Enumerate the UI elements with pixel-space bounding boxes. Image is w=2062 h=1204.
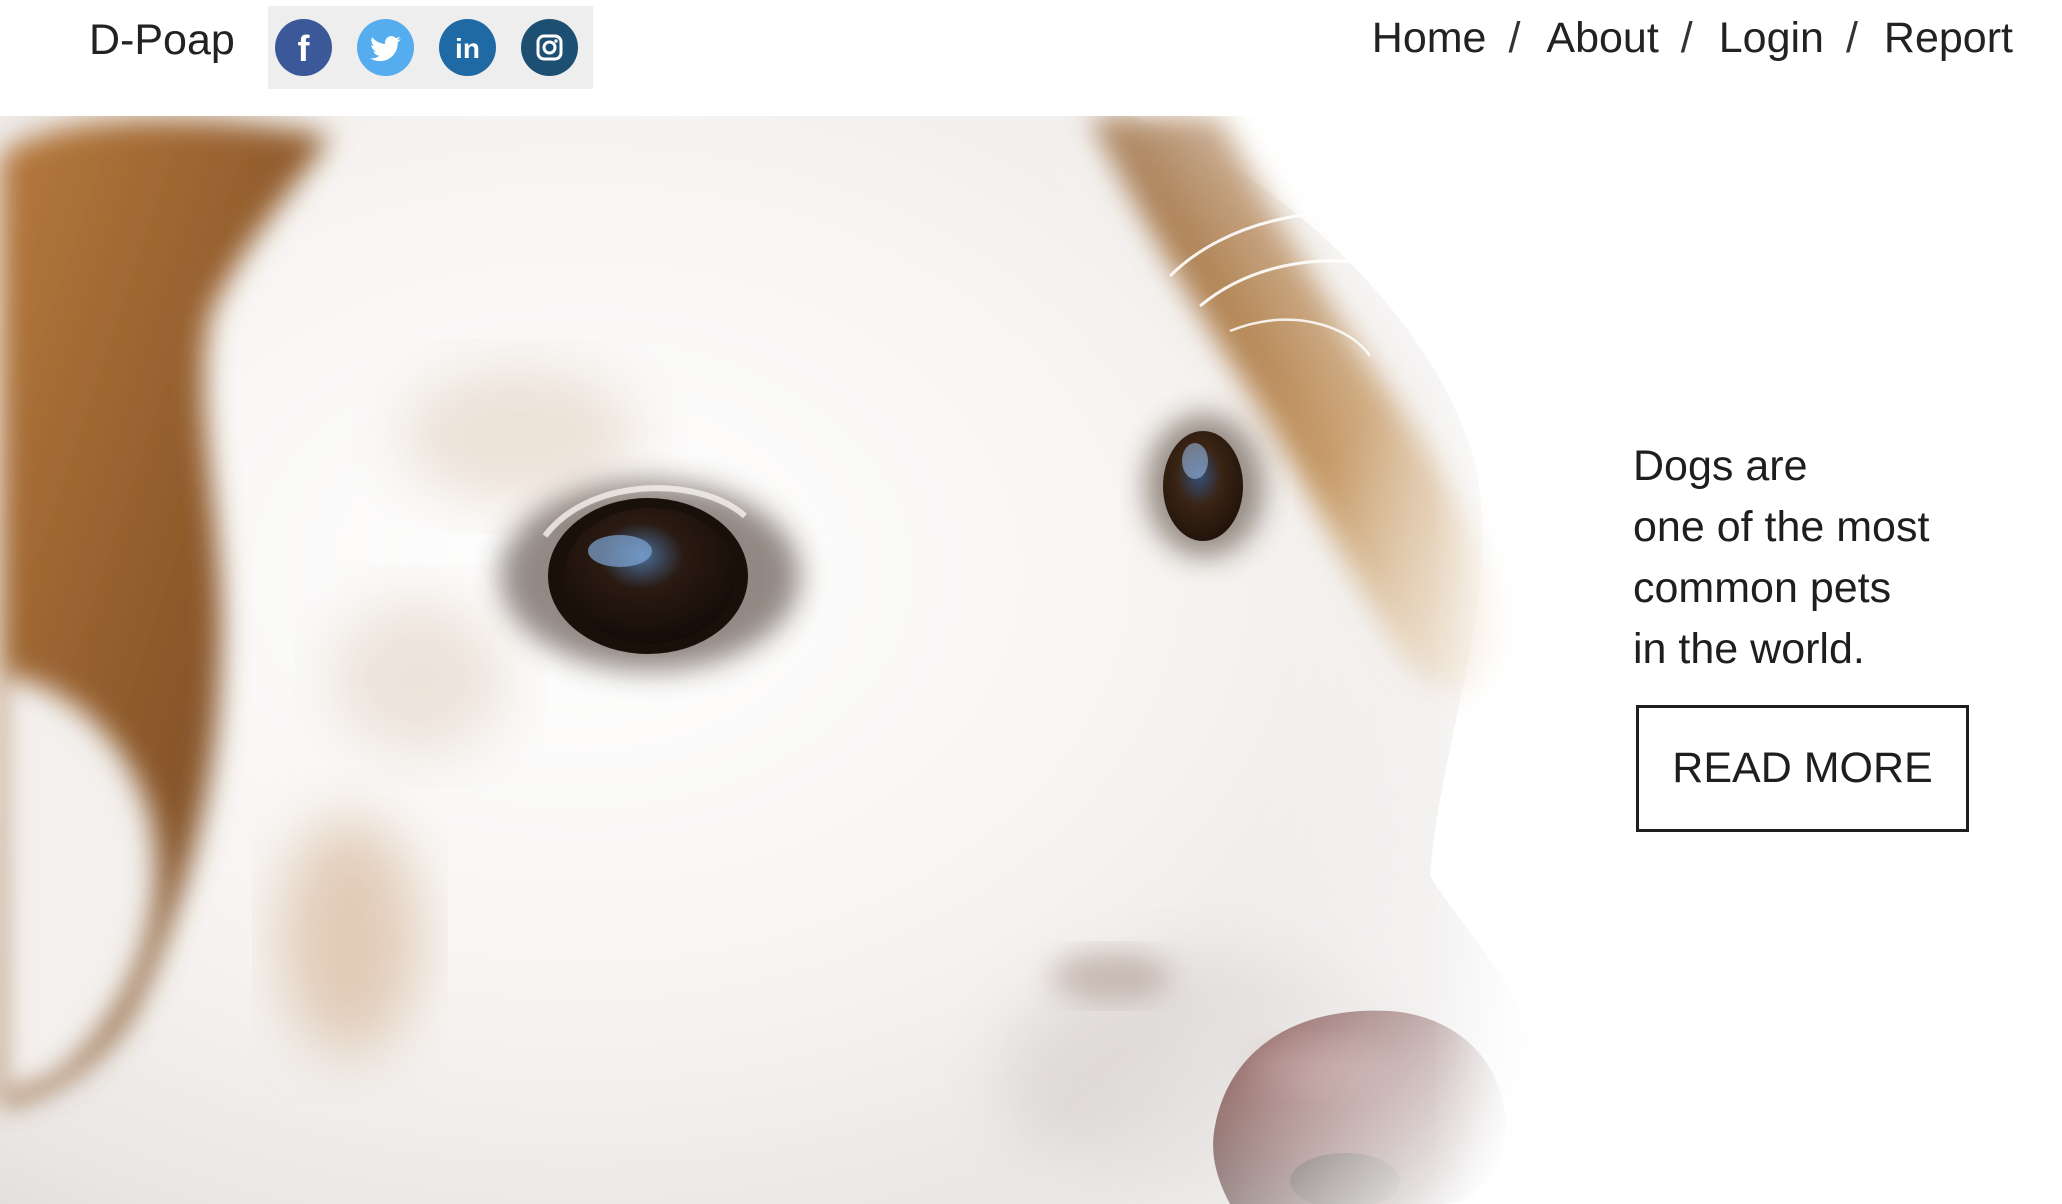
twitter-icon[interactable] [357, 19, 414, 76]
svg-text:in: in [455, 33, 480, 64]
read-more-button[interactable]: READ MORE [1636, 705, 1969, 832]
hero-section: Dogs are one of the most common pets in … [0, 116, 2062, 1204]
nav-separator: / [1508, 14, 1521, 62]
dog-portrait-image [0, 116, 1700, 1204]
brand-logo[interactable]: D-Poap [89, 14, 235, 66]
nav-login-link[interactable]: Login [1719, 12, 1824, 64]
main-nav: Home / About / Login / Report [1372, 12, 2013, 64]
tagline-line: Dogs are [1633, 442, 1808, 490]
landing-page: D-Poap f in Home / About / Login / Repor… [0, 0, 2062, 1204]
linkedin-icon[interactable]: in [439, 19, 496, 76]
site-header: D-Poap f in Home / About / Login / Repor… [0, 0, 2062, 116]
instagram-icon[interactable] [521, 19, 578, 76]
tagline-line: in the world. [1633, 625, 1865, 673]
nav-about-link[interactable]: About [1546, 12, 1658, 64]
nav-home-link[interactable]: Home [1372, 12, 1487, 64]
svg-text:f: f [298, 28, 311, 69]
hero-tagline: Dogs are one of the most common pets in … [1633, 436, 2033, 680]
nav-separator: / [1845, 14, 1858, 62]
tagline-line: one of the most [1633, 503, 1930, 551]
social-links-bar: f in [268, 6, 593, 89]
nav-separator: / [1680, 14, 1693, 62]
nav-report-link[interactable]: Report [1884, 12, 2013, 64]
facebook-icon[interactable]: f [275, 19, 332, 76]
tagline-line: common pets [1633, 564, 1892, 612]
